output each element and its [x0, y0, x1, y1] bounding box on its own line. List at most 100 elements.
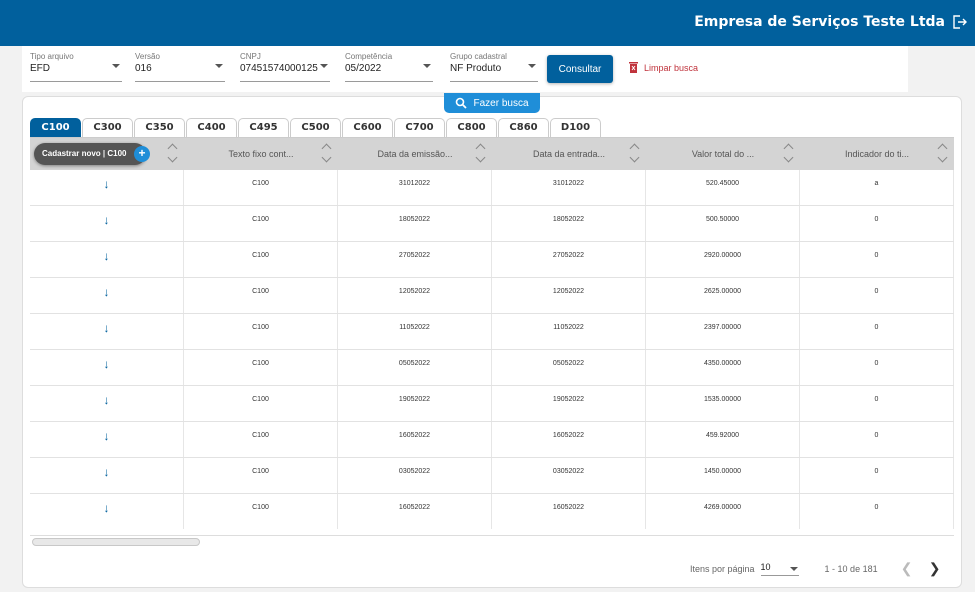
- table-cell: C100: [184, 422, 338, 457]
- sort-icon[interactable]: [167, 143, 178, 163]
- table-cell: 2397.00000: [646, 314, 800, 349]
- fazer-busca-button[interactable]: Fazer busca: [444, 93, 540, 113]
- cnpj-label: CNPJ: [240, 52, 261, 61]
- header-label: Texto fixo cont...: [228, 149, 294, 159]
- arrow-down-icon[interactable]: ↓: [30, 170, 184, 205]
- table-cell: C100: [184, 278, 338, 313]
- arrow-down-icon[interactable]: ↓: [30, 314, 184, 349]
- table-row[interactable]: ↓ C100 16052022 16052022 459.92000 0: [30, 422, 954, 458]
- table-cell: 12052022: [338, 278, 492, 313]
- competencia-value: 05/2022: [345, 63, 382, 74]
- competencia-select[interactable]: Competência 05/2022: [345, 52, 433, 82]
- table-cell: 12052022: [492, 278, 646, 313]
- header-data-entrada[interactable]: Data da entrada...: [492, 138, 646, 170]
- sort-icon[interactable]: [783, 143, 794, 163]
- arrow-down-icon[interactable]: ↓: [30, 458, 184, 493]
- tab-c350[interactable]: C350: [134, 118, 185, 137]
- table-cell: 0: [800, 242, 954, 277]
- filter-bar: Tipo arquivo EFD Versão 016 CNPJ 0745157…: [22, 46, 908, 92]
- logout-icon[interactable]: [951, 14, 967, 30]
- table-row[interactable]: ↓ C100 03052022 03052022 1450.00000 0: [30, 458, 954, 494]
- arrow-down-icon[interactable]: ↓: [30, 422, 184, 457]
- table-cell: 05052022: [338, 350, 492, 385]
- tab-c700[interactable]: C700: [394, 118, 445, 137]
- table-row[interactable]: ↓ C100 16052022 16052022 4269.00000 0: [30, 494, 954, 529]
- header-valor-total[interactable]: Valor total do ...: [646, 138, 800, 170]
- limpar-busca-label: Limpar busca: [644, 62, 699, 73]
- tab-c495[interactable]: C495: [238, 118, 289, 137]
- chevron-down-icon: [789, 566, 798, 571]
- table-cell: 31012022: [492, 170, 646, 205]
- table-cell: 0: [800, 278, 954, 313]
- table-cell: C100: [184, 242, 338, 277]
- table-cell: 11052022: [338, 314, 492, 349]
- table-cell: 520.45000: [646, 170, 800, 205]
- arrow-down-icon[interactable]: ↓: [30, 242, 184, 277]
- table-cell: C100: [184, 314, 338, 349]
- grupo-cadastral-select[interactable]: Grupo cadastral NF Produto: [450, 52, 538, 82]
- sort-icon[interactable]: [629, 143, 640, 163]
- paginator: Itens por página 10 1 - 10 de 181 ❮ ❯: [690, 560, 946, 577]
- table-cell: 0: [800, 350, 954, 385]
- header-indicador[interactable]: Indicador do ti...: [800, 138, 954, 170]
- arrow-down-icon[interactable]: ↓: [30, 386, 184, 421]
- previous-page-icon[interactable]: ❮: [896, 560, 918, 577]
- cadastrar-novo-button[interactable]: Cadastrar novo | C100: [34, 143, 146, 165]
- tab-c800[interactable]: C800: [446, 118, 497, 137]
- top-bar: Empresa de Serviços Teste Ltda: [0, 0, 975, 46]
- table-row[interactable]: ↓ C100 19052022 19052022 1535.00000 0: [30, 386, 954, 422]
- table-cell: 31012022: [338, 170, 492, 205]
- sort-icon[interactable]: [475, 143, 486, 163]
- header-data-emissao[interactable]: Data da emissão...: [338, 138, 492, 170]
- scrollbar-thumb[interactable]: [32, 538, 200, 546]
- page-size-select[interactable]: 10: [760, 561, 799, 576]
- table-cell: 05052022: [492, 350, 646, 385]
- table-cell: 2920.00000: [646, 242, 800, 277]
- limpar-busca-button[interactable]: Limpar busca: [629, 62, 698, 73]
- tipo-arquivo-select[interactable]: Tipo arquivo EFD: [30, 52, 122, 82]
- search-icon: [456, 97, 468, 109]
- table-row[interactable]: ↓ C100 27052022 27052022 2920.00000 0: [30, 242, 954, 278]
- record-tabs: C100 C300 C350 C400 C495 C500 C600 C700 …: [30, 118, 601, 137]
- table-cell: C100: [184, 350, 338, 385]
- table-cell: 1450.00000: [646, 458, 800, 493]
- consultar-button[interactable]: Consultar: [547, 55, 613, 83]
- table-cell: 19052022: [338, 386, 492, 421]
- versao-value: 016: [135, 63, 152, 74]
- table-cell: 03052022: [492, 458, 646, 493]
- plus-icon[interactable]: +: [134, 146, 150, 162]
- table-row[interactable]: ↓ C100 18052022 18052022 500.50000 0: [30, 206, 954, 242]
- tab-c400[interactable]: C400: [186, 118, 237, 137]
- table-cell: 1535.00000: [646, 386, 800, 421]
- table-cell: C100: [184, 458, 338, 493]
- table-row[interactable]: ↓ C100 12052022 12052022 2625.00000 0: [30, 278, 954, 314]
- arrow-down-icon[interactable]: ↓: [30, 206, 184, 241]
- horizontal-scrollbar[interactable]: [30, 535, 954, 547]
- chevron-down-icon: [112, 64, 120, 68]
- header-label: Data da emissão...: [377, 149, 453, 159]
- tab-c860[interactable]: C860: [498, 118, 549, 137]
- header-texto-fixo[interactable]: Texto fixo cont...: [184, 138, 338, 170]
- tab-d100[interactable]: D100: [550, 118, 601, 137]
- arrow-down-icon[interactable]: ↓: [30, 494, 184, 529]
- arrow-down-icon[interactable]: ↓: [30, 350, 184, 385]
- sort-icon[interactable]: [321, 143, 332, 163]
- sort-icon[interactable]: [937, 143, 948, 163]
- versao-label: Versão: [135, 52, 160, 61]
- tab-c500[interactable]: C500: [290, 118, 341, 137]
- tab-c300[interactable]: C300: [82, 118, 133, 137]
- versao-select[interactable]: Versão 016: [135, 52, 225, 82]
- tipo-arquivo-label: Tipo arquivo: [30, 52, 74, 61]
- table-row[interactable]: ↓ C100 31012022 31012022 520.45000 a: [30, 170, 954, 206]
- table-row[interactable]: ↓ C100 05052022 05052022 4350.00000 0: [30, 350, 954, 386]
- cnpj-select[interactable]: CNPJ 07451574000125: [240, 52, 330, 82]
- arrow-down-icon[interactable]: ↓: [30, 278, 184, 313]
- table-cell: 16052022: [492, 494, 646, 529]
- company-name: Empresa de Serviços Teste Ltda: [694, 14, 945, 30]
- table-row[interactable]: ↓ C100 11052022 11052022 2397.00000 0: [30, 314, 954, 350]
- tab-c100[interactable]: C100: [30, 118, 81, 137]
- next-page-icon[interactable]: ❯: [924, 560, 946, 577]
- tab-c600[interactable]: C600: [342, 118, 393, 137]
- page-size-value: 10: [760, 561, 771, 572]
- table-cell: 19052022: [492, 386, 646, 421]
